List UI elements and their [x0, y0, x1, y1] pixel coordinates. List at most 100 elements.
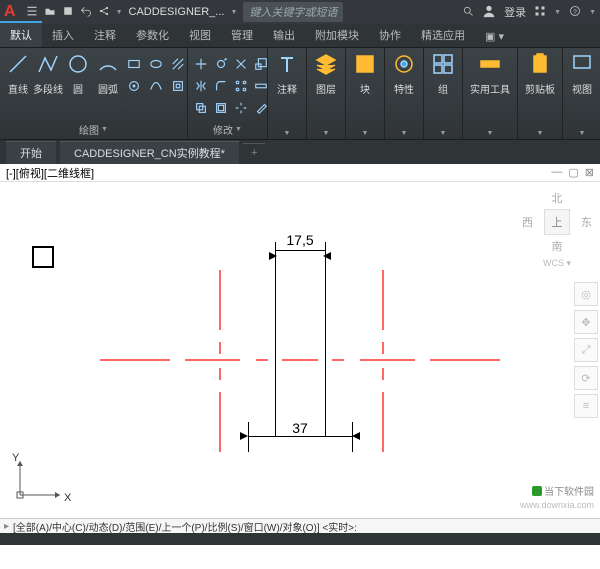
undo-icon[interactable] [80, 5, 92, 20]
menu-icon[interactable] [26, 5, 38, 20]
ucs-x-label: X [64, 492, 71, 504]
dimension-arrow-right [352, 432, 360, 440]
panel-properties: 特性 ▼ [385, 48, 424, 139]
explode-icon[interactable] [232, 98, 250, 118]
point-icon[interactable] [124, 76, 144, 96]
hatch-icon[interactable] [168, 54, 188, 74]
selection-rectangle [32, 246, 54, 268]
search-input[interactable]: 键入关键字或短语 [243, 2, 343, 22]
centerline-h [332, 359, 344, 361]
start-tab[interactable]: 开始 [6, 141, 56, 164]
tab-default[interactable]: 默认 [0, 21, 42, 47]
minimize-viewport-icon[interactable]: — [551, 166, 562, 179]
share-icon[interactable] [98, 5, 110, 20]
user-icon[interactable] [482, 4, 496, 21]
viewcube-top[interactable]: 上 [544, 209, 570, 235]
centerline-h [360, 359, 415, 361]
tab-addins[interactable]: 附加模块 [305, 23, 369, 47]
dimension-top-arrows [275, 238, 325, 256]
text-button[interactable]: 注释 [272, 50, 302, 98]
polyline-button[interactable]: 多段线 [34, 50, 62, 98]
viewcube[interactable]: 北 西 上 东 南 WCS ▾ [522, 190, 592, 269]
viewcube-s[interactable]: 南 [522, 238, 592, 254]
basepoint-button[interactable]: 视图 [567, 50, 597, 98]
dimension-bottom-value: 37 [252, 420, 348, 436]
nav-showmotion-icon[interactable]: ≡ [574, 394, 598, 418]
caret-icon[interactable]: ▼ [230, 9, 237, 16]
viewcube-e[interactable]: 东 [581, 214, 592, 230]
save-icon[interactable] [62, 5, 74, 20]
spline-icon[interactable] [146, 76, 166, 96]
tab-view[interactable]: 视图 [179, 23, 221, 47]
fillet-icon[interactable] [212, 76, 230, 96]
open-icon[interactable] [44, 5, 56, 20]
close-viewport-icon[interactable]: ⊠ [585, 166, 594, 179]
mirror-icon[interactable] [192, 76, 210, 96]
properties-button[interactable]: 特性 [389, 50, 419, 98]
nav-wheel-icon[interactable]: ◎ [574, 282, 598, 306]
ellipse-icon[interactable] [146, 54, 166, 74]
viewport-label[interactable]: [-][俯视][二维线框] [6, 165, 94, 181]
help-icon[interactable]: ? [569, 5, 581, 20]
panel-title-utils: ▼ [467, 129, 513, 139]
command-line[interactable]: ▸ [全部(A)/中心(C)/动态(D)/范围(E)/上一个(P)/比例(S)/… [0, 518, 600, 533]
title-bar: A ▼ CADDESIGNER_... ▼ 键入关键字或短语 登录 ▼ ? ▼ [0, 0, 600, 24]
tab-annotate[interactable]: 注释 [84, 23, 126, 47]
tab-overflow[interactable]: ▣ ▾ [475, 26, 514, 47]
group-button[interactable]: 组 [428, 50, 458, 98]
nav-pan-icon[interactable]: ✥ [574, 310, 598, 334]
line-button[interactable]: 直线 [4, 50, 32, 98]
dimension-bottom-line [248, 436, 352, 437]
new-tab-button[interactable]: + [243, 143, 265, 162]
status-bar [0, 533, 600, 545]
nav-zoom-icon[interactable]: ⤢ [574, 338, 598, 362]
document-tab[interactable]: CADDESIGNER_CN实例教程* [60, 141, 239, 164]
drawing-canvas[interactable]: 17,5 37 北 西 上 东 南 WCS ▾ ◎ ✥ ⤢ ⟳ [0, 182, 600, 518]
trim-icon[interactable] [232, 54, 250, 74]
tab-manage[interactable]: 管理 [221, 23, 263, 47]
panel-title-clipboard: ▼ [522, 129, 558, 139]
caret-icon[interactable]: ▼ [116, 9, 123, 16]
tab-insert[interactable]: 插入 [42, 23, 84, 47]
tab-output[interactable]: 输出 [263, 23, 305, 47]
offset-icon[interactable] [212, 98, 230, 118]
dimension-arrow-left [240, 432, 248, 440]
centerline-h [185, 359, 240, 361]
maximize-viewport-icon[interactable]: ▢ [568, 166, 578, 179]
tab-parametric[interactable]: 参数化 [126, 23, 179, 47]
array-icon[interactable] [232, 76, 250, 96]
panel-layers: 图层 ▼ [307, 48, 346, 139]
region-icon[interactable] [168, 76, 188, 96]
login-button[interactable]: 登录 [504, 4, 526, 20]
tab-collab[interactable]: 协作 [369, 23, 411, 47]
wcs-label[interactable]: WCS ▾ [522, 258, 592, 269]
caret-icon[interactable]: ▼ [589, 9, 596, 16]
extension-line [352, 422, 353, 452]
app-logo: A [4, 3, 16, 21]
nav-orbit-icon[interactable]: ⟳ [574, 366, 598, 390]
arc-button[interactable]: 圆弧 [94, 50, 122, 98]
navigation-bar: ◎ ✥ ⤢ ⟳ ≡ [574, 282, 598, 418]
centerline-v [382, 270, 384, 330]
watermark-url: www.downxia.com [520, 500, 594, 510]
panel-annotation: 注释 ▼ [268, 48, 307, 139]
viewcube-w[interactable]: 西 [522, 214, 533, 230]
block-button[interactable]: 块 [350, 50, 380, 98]
circle-button[interactable]: 圆 [64, 50, 92, 98]
search-icon[interactable] [462, 5, 474, 20]
watermark-logo-icon [532, 486, 542, 496]
rotate-icon[interactable] [212, 54, 230, 74]
apps-icon[interactable] [534, 5, 546, 20]
panel-title-modify: 修改 [213, 122, 233, 137]
caret-icon[interactable]: ▼ [554, 9, 561, 16]
rect-icon[interactable] [124, 54, 144, 74]
layers-button[interactable]: 图层 [311, 50, 341, 98]
ucs-y-label: Y [12, 452, 19, 464]
tab-express[interactable]: 精选应用 [411, 23, 475, 47]
measure-button[interactable]: 实用工具 [467, 50, 513, 98]
move-icon[interactable] [192, 54, 210, 74]
viewcube-n[interactable]: 北 [522, 190, 592, 206]
copy-icon[interactable] [192, 98, 210, 118]
paste-button[interactable]: 剪贴板 [522, 50, 558, 98]
watermark-text: 当下软件园 [532, 483, 594, 498]
